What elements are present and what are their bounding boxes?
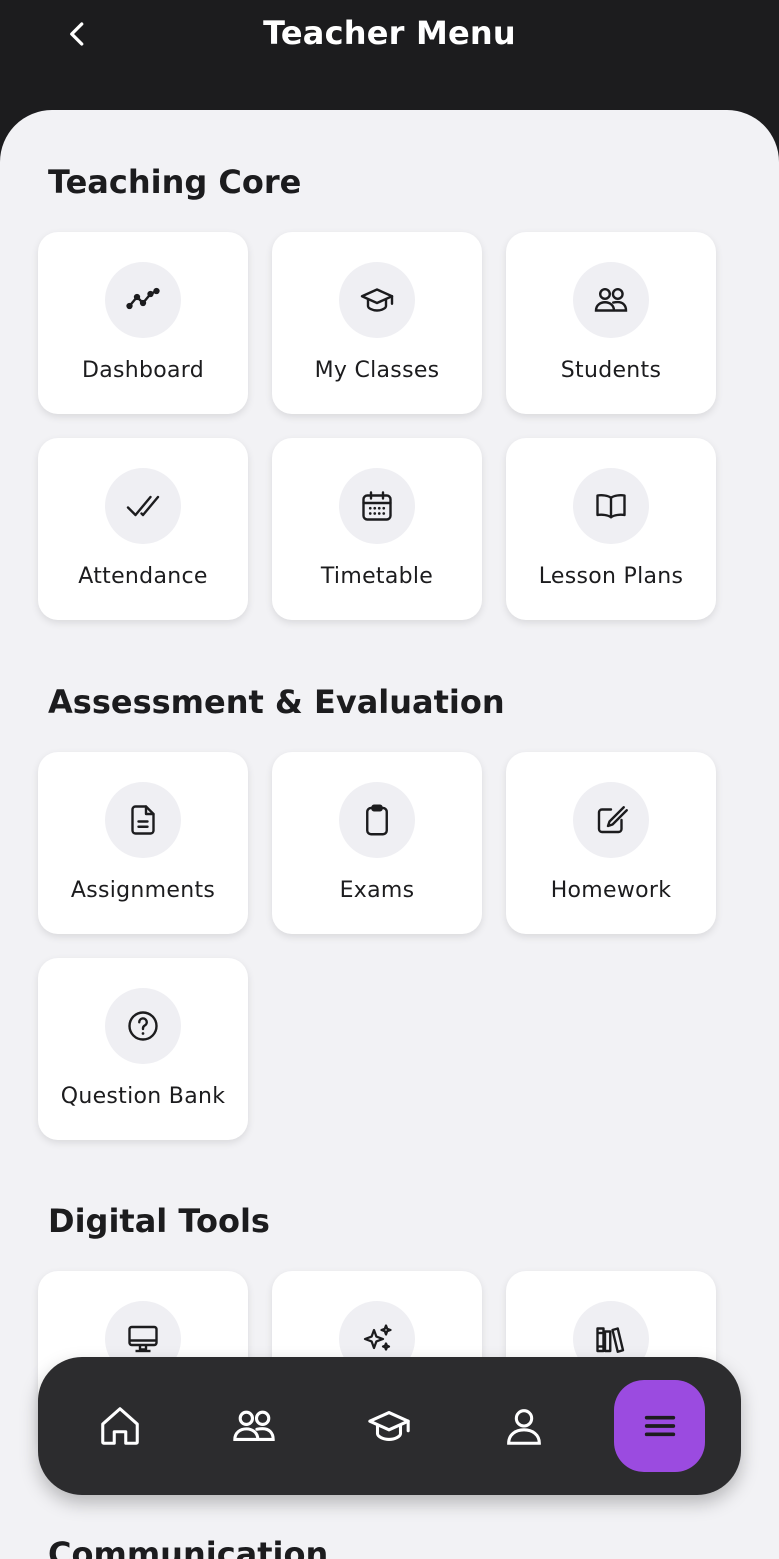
card-label: Question Bank — [60, 1084, 226, 1109]
menu-card-homework[interactable]: Homework — [506, 752, 716, 934]
section-teaching-core: Teaching Core Dashboard My Classes Stude… — [38, 160, 738, 620]
graduation-cap-icon — [368, 1411, 410, 1441]
top-app-bar: Teacher Menu — [0, 0, 779, 110]
menu-card-dashboard[interactable]: Dashboard — [38, 232, 248, 414]
clipboard-icon — [366, 804, 388, 836]
menu-card-assignments[interactable]: Assignments — [38, 752, 248, 934]
section-title: Assessment & Evaluation — [48, 683, 505, 721]
page-title: Teacher Menu — [263, 14, 516, 52]
person-icon — [507, 1409, 541, 1445]
card-label: Homework — [550, 878, 672, 903]
section-communication: Communication — [38, 1532, 738, 1559]
menu-card-lesson-plans[interactable]: Lesson Plans — [506, 438, 716, 620]
section-title: Digital Tools — [48, 1202, 270, 1240]
edit-square-icon — [597, 806, 628, 834]
graduation-cap-icon — [360, 288, 394, 312]
card-label: Dashboard — [81, 358, 205, 383]
line-chart-icon — [126, 287, 160, 310]
card-label: Timetable — [320, 564, 434, 589]
menu-card-timetable[interactable]: Timetable — [272, 438, 482, 620]
question-circle-icon — [128, 1011, 158, 1041]
menu-card-my-classes[interactable]: My Classes — [272, 232, 482, 414]
users-icon — [594, 288, 628, 312]
open-book-icon — [596, 494, 626, 519]
calendar-icon — [362, 491, 392, 521]
menu-grid: Assignments Exams Homework Question Bank — [38, 752, 738, 1140]
section-title: Teaching Core — [48, 163, 302, 201]
menu-card-question-bank[interactable]: Question Bank — [38, 958, 248, 1140]
nav-people[interactable] — [220, 1392, 288, 1460]
nav-classes[interactable] — [355, 1392, 423, 1460]
menu-card-attendance[interactable]: Attendance — [38, 438, 248, 620]
bottom-nav-bar — [38, 1357, 741, 1495]
monitor-icon — [128, 1325, 158, 1353]
sparkles-icon — [363, 1324, 392, 1351]
menu-icon — [644, 1415, 675, 1437]
card-label: Lesson Plans — [538, 564, 684, 589]
users-icon — [233, 1410, 275, 1441]
card-label: Attendance — [78, 564, 208, 589]
card-label: Students — [560, 358, 662, 383]
card-label: Exams — [339, 878, 415, 903]
section-assessment: Assessment & Evaluation Assignments Exam… — [38, 680, 738, 1140]
document-icon — [131, 805, 155, 835]
card-label: Assignments — [70, 878, 216, 903]
menu-grid: Dashboard My Classes Students Attendance — [38, 232, 738, 620]
library-icon — [596, 1327, 625, 1353]
card-label: My Classes — [314, 358, 440, 383]
nav-menu-button[interactable] — [614, 1380, 705, 1472]
home-icon — [101, 1407, 139, 1445]
nav-home[interactable] — [86, 1392, 154, 1460]
nav-profile[interactable] — [490, 1392, 558, 1460]
double-check-icon — [126, 495, 160, 517]
menu-card-exams[interactable]: Exams — [272, 752, 482, 934]
menu-sheet: Teaching Core Dashboard My Classes Stude… — [0, 110, 779, 1559]
section-title: Communication — [48, 1535, 329, 1559]
menu-card-students[interactable]: Students — [506, 232, 716, 414]
